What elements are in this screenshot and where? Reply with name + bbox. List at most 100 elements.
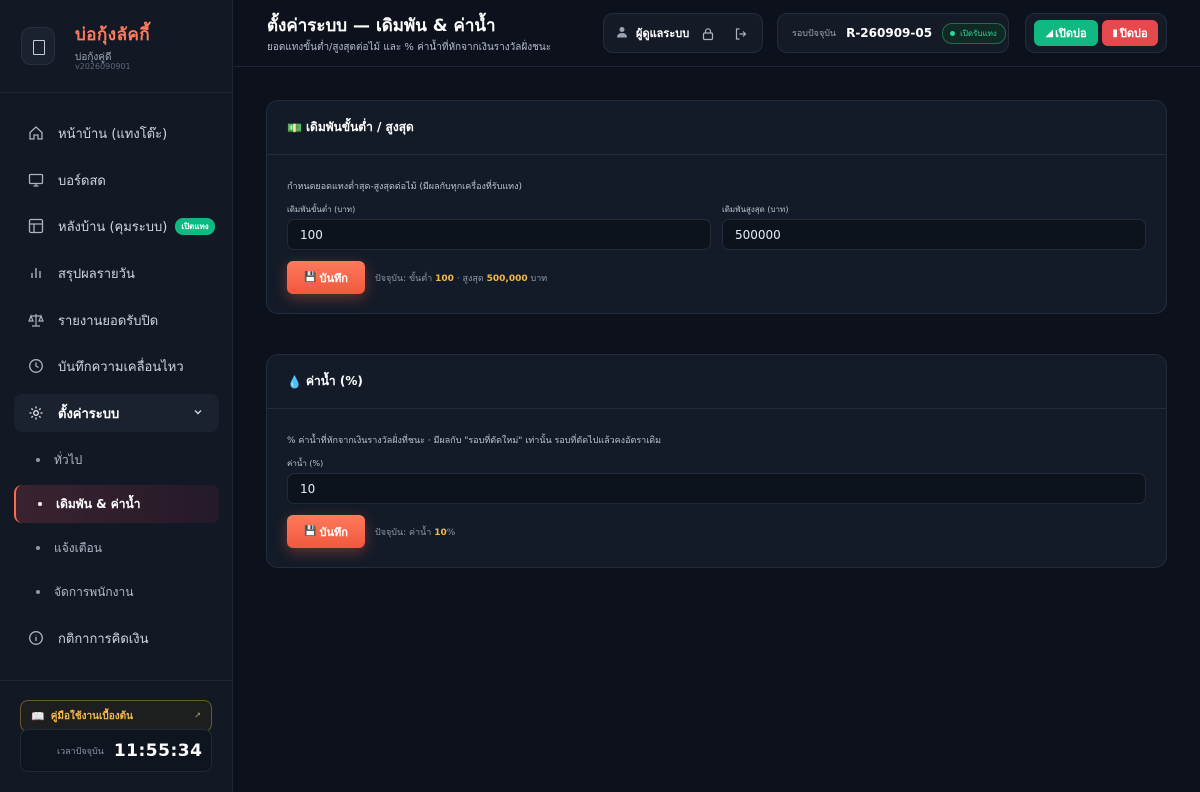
current-fee-value: 10 xyxy=(434,528,447,538)
close-pond-label: ปิดบ่อ xyxy=(1119,27,1148,40)
water-drop-icon: 💧 xyxy=(287,374,302,389)
brand-version: v2026090901 xyxy=(75,62,131,71)
subitem-label: จัดการพนักงาน xyxy=(54,584,134,599)
user-icon xyxy=(616,26,628,41)
round-status-text: เปิดรับแทง xyxy=(960,28,997,38)
nav-item-rules[interactable]: กติกาการคิดเงิน xyxy=(14,619,219,657)
card-title: ค่าน้ำ (%) xyxy=(305,374,363,388)
floppy-disk-icon: 💾 xyxy=(304,272,317,283)
current-prefix: ปัจจุบัน: ขั้นต่ำ xyxy=(375,274,433,284)
nav-item-activity-log[interactable]: บันทึกความเคลื่อนไหว xyxy=(14,347,219,385)
header: ตั้งค่าระบบ — เดิมพัน & ค่าน้ำ ยอดแทงขั้… xyxy=(234,0,1200,67)
close-icon: ▮ xyxy=(1112,27,1118,39)
round-status-badge: เปิดรับแทง xyxy=(942,22,1006,44)
brand-logo-icon xyxy=(21,27,55,65)
close-pond-button[interactable]: ▮ ปิดบ่อ xyxy=(1102,20,1158,46)
user-name: ผู้ดูแลระบบ xyxy=(636,27,690,40)
brand: บ่อกุ้งลัคกี้ บ่อกุ้งคู่ดี v2026090901 xyxy=(0,0,233,93)
save-label: บันทึก xyxy=(319,271,348,285)
divider xyxy=(0,680,233,681)
sidebar-subitem-staff[interactable]: จัดการพนักงาน xyxy=(14,573,219,611)
nav-item-live-board[interactable]: บอร์ดสด xyxy=(14,161,219,199)
current-suffix: บาท xyxy=(530,274,548,284)
subitem-label: ทั่วไป xyxy=(54,452,83,467)
book-icon: 📖 xyxy=(31,709,45,723)
max-bet-input[interactable] xyxy=(722,219,1146,250)
nav-item-label: กติกาการคิดเงิน xyxy=(58,631,149,647)
chevron-down-icon xyxy=(193,406,203,421)
user-panel: ผู้ดูแลระบบ xyxy=(603,13,763,53)
scale-icon xyxy=(28,312,44,328)
current-max-value: 500,000 xyxy=(486,274,528,284)
nav-item-home[interactable]: หน้าบ้าน (แทงโต๊ะ) xyxy=(14,114,219,152)
card-title: เดิมพันขั้นต่ำ / สูงสุด xyxy=(305,120,414,134)
page-subtitle: ยอดแทงขั้นต่ำ/สูงสุดต่อไม้ และ % ค่าน้ำท… xyxy=(267,42,552,53)
nav-item-label: บันทึกความเคลื่อนไหว xyxy=(58,359,184,375)
nav-item-report[interactable]: รายงานยอดรับปิด xyxy=(14,301,219,339)
status-dot-icon xyxy=(950,30,956,36)
round-label: รอบปัจจุบัน xyxy=(792,29,837,39)
current-min-value: 100 xyxy=(435,274,454,284)
save-fee-button[interactable]: 💾 บันทึก xyxy=(287,515,365,548)
page-title: ตั้งค่าระบบ — เดิมพัน & ค่าน้ำ xyxy=(267,16,496,36)
clock-icon xyxy=(28,358,44,374)
monitor-icon xyxy=(28,172,44,188)
save-label: บันทึก xyxy=(319,525,348,539)
min-bet-input[interactable] xyxy=(287,219,711,250)
brand-name: บ่อกุ้งลัคกี้ xyxy=(75,25,151,45)
fee-input[interactable] xyxy=(287,473,1146,504)
floppy-disk-icon: 💾 xyxy=(304,526,317,537)
nav-item-settings[interactable]: ตั้งค่าระบบ xyxy=(14,394,219,432)
current-prefix: ปัจจุบัน: ค่าน้ำ xyxy=(375,528,432,538)
nav-item-label: บอร์ดสด xyxy=(58,173,106,189)
round-id: R-260909-05 xyxy=(846,26,933,40)
bullet-icon xyxy=(38,502,42,506)
save-bet-limits-button[interactable]: 💾 บันทึก xyxy=(287,261,365,294)
subitem-label: เดิมพัน & ค่าน้ำ xyxy=(56,496,141,511)
round-panel: รอบปัจจุบัน R-260909-05 เปิดรับแทง xyxy=(777,13,1009,53)
card-header: 💧 ค่าน้ำ (%) xyxy=(267,355,1166,409)
current-mid-text: · สูงสุด xyxy=(456,274,484,284)
home-icon xyxy=(28,125,44,141)
nav-item-label: หน้าบ้าน (แทงโต๊ะ) xyxy=(58,126,168,142)
sidebar-subitem-bet-fee[interactable]: เดิมพัน & ค่าน้ำ xyxy=(14,485,219,523)
min-bet-label: เดิมพันขั้นต่ำ (บาท) xyxy=(287,205,356,214)
nav-item-backend[interactable]: หลังบ้าน (คุมระบบ) เปิดแทง xyxy=(14,207,219,245)
fee-label: ค่าน้ำ (%) xyxy=(287,459,324,468)
external-link-icon: ↗ xyxy=(194,711,201,720)
card-description: % ค่าน้ำที่หักจากเงินรางวัลฝั่งที่ชนะ · … xyxy=(287,436,662,446)
card-description: กำหนดยอดแทงต่ำสุด-สูงสุดต่อไม้ (มีผลกับท… xyxy=(287,182,522,192)
nav-item-label: สรุปผลรายวัน xyxy=(58,266,135,282)
current-suffix: % xyxy=(446,528,456,538)
lock-icon[interactable] xyxy=(701,26,715,45)
bet-limits-card: 💵 เดิมพันขั้นต่ำ / สูงสุด กำหนดยอดแทงต่ำ… xyxy=(266,100,1167,314)
bullet-icon xyxy=(36,458,40,462)
bullet-icon xyxy=(36,546,40,550)
nav-item-daily-summary[interactable]: สรุปผลรายวัน xyxy=(14,254,219,292)
pond-actions: ◢ เปิดบ่อ ▮ ปิดบ่อ xyxy=(1025,13,1167,53)
logout-icon[interactable] xyxy=(734,26,748,45)
bar-chart-icon xyxy=(28,265,44,281)
card-header: 💵 เดิมพันขั้นต่ำ / สูงสุด xyxy=(267,101,1166,155)
current-time: เวลาปัจจุบัน 11:55:34 xyxy=(20,729,212,772)
clock-label: เวลาปัจจุบัน xyxy=(57,746,104,757)
max-bet-label: เดิมพันสูงสุด (บาท) xyxy=(722,205,789,214)
sidebar: บ่อกุ้งลัคกี้ บ่อกุ้งคู่ดี v2026090901 ห… xyxy=(0,0,233,792)
open-icon: ◢ xyxy=(1045,27,1054,39)
user-guide-button[interactable]: 📖 คู่มือใช้งานเบื้องต้น ↗ xyxy=(20,700,212,732)
guide-label: คู่มือใช้งานเบื้องต้น xyxy=(50,710,133,722)
open-pond-label: เปิดบ่อ xyxy=(1055,27,1087,40)
layout-icon xyxy=(28,218,44,234)
current-fee: ปัจจุบัน: ค่าน้ำ 10% xyxy=(375,525,455,539)
nav-item-label: หลังบ้าน (คุมระบบ) xyxy=(58,219,168,235)
sidebar-subitem-general[interactable]: ทั่วไป xyxy=(14,441,219,479)
nav-item-label: รายงานยอดรับปิด xyxy=(58,313,159,329)
clock-time: 11:55:34 xyxy=(113,740,203,761)
open-pond-button[interactable]: ◢ เปิดบ่อ xyxy=(1034,20,1098,46)
nav-item-label: ตั้งค่าระบบ xyxy=(58,406,120,422)
sidebar-subitem-alert[interactable]: แจ้งเตือน xyxy=(14,529,219,567)
bullet-icon xyxy=(36,590,40,594)
fee-card: 💧 ค่าน้ำ (%) % ค่าน้ำที่หักจากเงินรางวัล… xyxy=(266,354,1167,568)
gear-icon xyxy=(28,405,44,421)
current-bet-limits: ปัจจุบัน: ขั้นต่ำ 100 · สูงสุด 500,000 บ… xyxy=(375,271,547,285)
